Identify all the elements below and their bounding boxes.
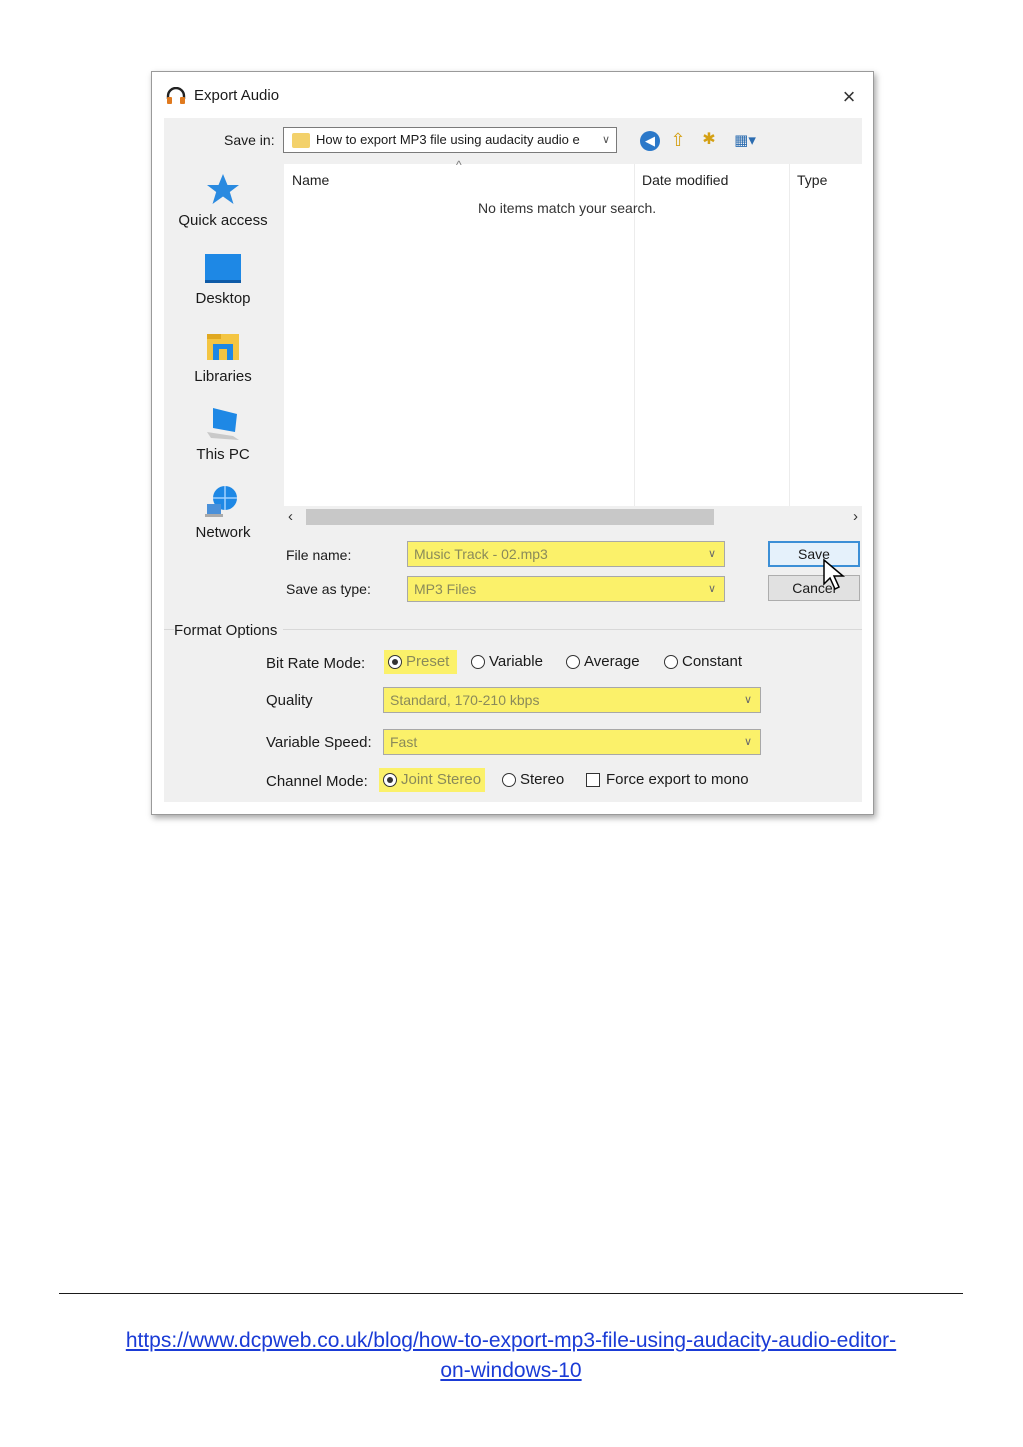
radio-preset[interactable]: Preset bbox=[384, 650, 458, 674]
radio-dot bbox=[664, 655, 678, 670]
radio-label: Constant bbox=[682, 653, 743, 670]
column-divider bbox=[789, 164, 790, 506]
radio-dot bbox=[502, 773, 516, 788]
dialog-title: Export Audio bbox=[194, 87, 280, 104]
star-icon bbox=[207, 174, 239, 204]
scroll-right-icon[interactable]: › bbox=[853, 508, 858, 525]
variable-speed-label: Variable Speed: bbox=[266, 734, 372, 751]
headphones-icon bbox=[166, 87, 186, 104]
source-url-line-1: https://www.dcpweb.co.uk/blog/how-to-exp… bbox=[125, 1329, 897, 1352]
bit-rate-mode-label: Bit Rate Mode: bbox=[266, 655, 366, 672]
scrollbar-thumb[interactable] bbox=[306, 509, 714, 525]
empty-list-message: No items match your search. bbox=[478, 200, 657, 216]
file-name-value: Music Track - 02.mp3 bbox=[414, 546, 548, 562]
place-libraries[interactable]: Libraries bbox=[164, 328, 282, 385]
new-folder-icon[interactable]: ✱ bbox=[698, 131, 720, 149]
source-url-line-2: on-windows-10 bbox=[440, 1359, 582, 1382]
place-quick-access[interactable]: Quick access bbox=[164, 172, 282, 229]
checkbox-box bbox=[586, 773, 600, 788]
up-folder-icon[interactable]: ⇧ bbox=[668, 129, 688, 151]
radio-label: Preset bbox=[406, 653, 450, 670]
place-this-pc[interactable]: This PC bbox=[164, 406, 282, 463]
quality-value: Standard, 170-210 kbps bbox=[390, 692, 540, 708]
view-menu-icon[interactable]: ▦▾ bbox=[730, 131, 760, 151]
file-name-label: File name: bbox=[286, 547, 352, 563]
computer-icon bbox=[207, 408, 239, 440]
back-icon[interactable]: ◀ bbox=[640, 131, 660, 151]
column-header-type[interactable]: Type bbox=[797, 172, 827, 188]
desktop-icon bbox=[205, 254, 241, 283]
places-bar: Quick access Desktop Libraries This PC N… bbox=[164, 164, 282, 541]
quality-dropdown[interactable]: Standard, 170-210 kbps ∨ bbox=[383, 687, 761, 713]
radio-stereo[interactable]: Stereo bbox=[502, 768, 564, 792]
radio-label: Joint Stereo bbox=[401, 771, 482, 788]
chevron-down-icon: ∨ bbox=[743, 736, 752, 748]
place-label: Libraries bbox=[194, 368, 252, 385]
mouse-pointer-icon bbox=[823, 558, 846, 591]
radio-average[interactable]: Average bbox=[566, 650, 640, 674]
close-button[interactable]: × bbox=[836, 84, 862, 110]
save-as-type-dropdown[interactable]: MP3 Files ∨ bbox=[407, 576, 725, 602]
chevron-down-icon: ∨ bbox=[601, 134, 610, 146]
save-in-dropdown[interactable]: How to export MP3 file using audacity au… bbox=[283, 127, 617, 153]
channel-mode-label: Channel Mode: bbox=[266, 773, 368, 790]
chevron-down-icon[interactable]: ∨ bbox=[708, 542, 716, 566]
place-label: Quick access bbox=[178, 212, 268, 229]
radio-label: Variable bbox=[489, 653, 543, 670]
save-as-type-label: Save as type: bbox=[286, 581, 371, 597]
column-header-name[interactable]: Name bbox=[292, 172, 329, 188]
checkbox-label: Force export to mono bbox=[606, 771, 749, 788]
sort-caret-icon: ^ bbox=[456, 158, 462, 172]
radio-constant[interactable]: Constant bbox=[664, 650, 742, 674]
file-name-input[interactable]: Music Track - 02.mp3 ∨ bbox=[407, 541, 725, 567]
source-url-link[interactable]: https://www.dcpweb.co.uk/blog/how-to-exp… bbox=[59, 1326, 963, 1386]
save-in-label: Save in: bbox=[224, 132, 275, 148]
title-bar: Export Audio × bbox=[152, 72, 873, 118]
file-list[interactable]: ^ Name Date modified Type No items match… bbox=[284, 158, 862, 506]
horizontal-scrollbar[interactable]: ‹ › bbox=[284, 506, 862, 528]
variable-speed-dropdown[interactable]: Fast ∨ bbox=[383, 729, 761, 755]
scroll-left-icon[interactable]: ‹ bbox=[288, 508, 293, 525]
radio-dot bbox=[566, 655, 580, 670]
radio-label: Average bbox=[584, 653, 640, 670]
save-as-type-value: MP3 Files bbox=[414, 581, 477, 597]
save-in-value: How to export MP3 file using audacity au… bbox=[316, 132, 580, 147]
footer-divider bbox=[59, 1293, 963, 1294]
export-audio-dialog: Export Audio × Save in: How to export MP… bbox=[151, 71, 874, 815]
libraries-icon bbox=[207, 334, 239, 360]
radio-joint-stereo[interactable]: Joint Stereo bbox=[379, 768, 486, 792]
quality-label: Quality bbox=[266, 692, 313, 709]
place-network[interactable]: Network bbox=[164, 484, 282, 541]
radio-label: Stereo bbox=[520, 771, 565, 788]
close-icon: × bbox=[842, 84, 856, 109]
radio-dot bbox=[388, 655, 402, 670]
place-label: This PC bbox=[196, 446, 250, 463]
column-header-date-modified[interactable]: Date modified bbox=[642, 172, 728, 188]
chevron-down-icon: ∨ bbox=[707, 583, 716, 595]
radio-variable[interactable]: Variable bbox=[471, 650, 543, 674]
place-label: Network bbox=[195, 524, 251, 541]
radio-dot bbox=[471, 655, 485, 670]
force-mono-checkbox[interactable]: Force export to mono bbox=[586, 768, 749, 792]
variable-speed-value: Fast bbox=[390, 734, 418, 750]
chevron-down-icon: ∨ bbox=[743, 694, 752, 706]
place-label: Desktop bbox=[195, 290, 251, 307]
radio-dot bbox=[383, 773, 397, 788]
network-icon bbox=[205, 486, 237, 517]
place-desktop[interactable]: Desktop bbox=[164, 250, 282, 307]
format-options-title: Format Options bbox=[174, 622, 284, 639]
folder-icon bbox=[292, 133, 310, 148]
